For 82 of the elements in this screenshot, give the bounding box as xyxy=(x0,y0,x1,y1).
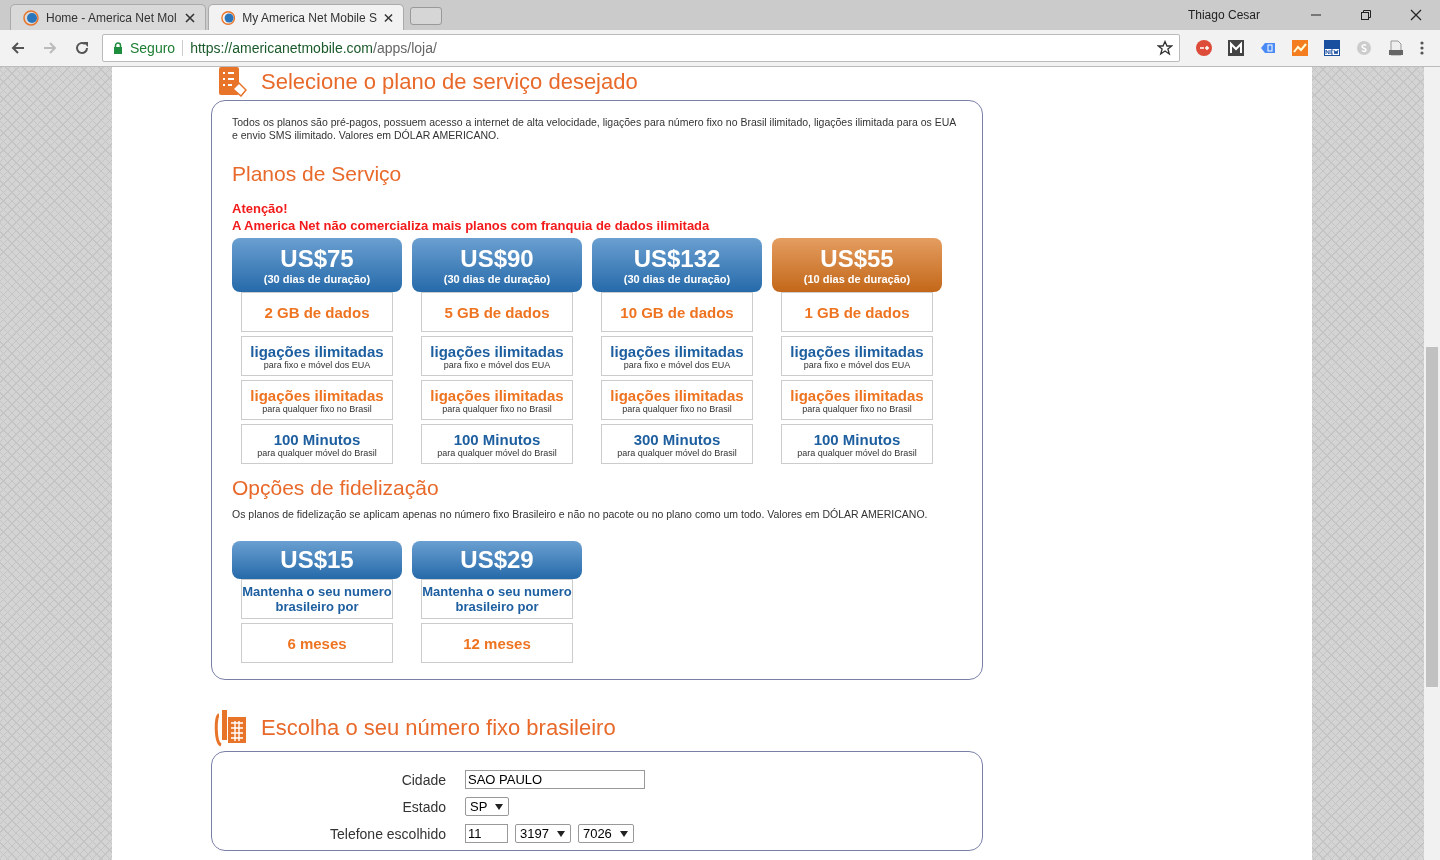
plan-feature: 100 Minutos para qualquer móvel do Brasil xyxy=(421,424,573,464)
loyalty-header[interactable]: US$29 xyxy=(412,541,582,579)
secure-label: Seguro xyxy=(130,40,176,56)
tag-icon[interactable] xyxy=(1260,40,1276,56)
tab-title: Home - America Net Mol xyxy=(46,10,178,25)
site-logo-icon xyxy=(221,9,236,26)
prefix-select[interactable]: 3197 xyxy=(515,824,571,843)
plan-duration: (10 dias de duração) xyxy=(803,273,911,285)
star-icon[interactable] xyxy=(1157,40,1173,56)
plan-feature: ligações ilimitadas para fixo e móvel dos EUA xyxy=(601,336,753,376)
plan-feature: ligações ilimitadas para qualquer fixo no Brasil xyxy=(421,380,573,420)
suffix-select[interactable]: 7026 xyxy=(577,824,634,843)
plan-feature: 5 GB de dados xyxy=(421,292,573,332)
close-icon[interactable] xyxy=(384,12,393,23)
state-select[interactable]: SP xyxy=(465,797,510,816)
loyalty-text: Os planos de fidelização se aplicam apenas no número fixo Brasileiro e não no pacote ou no plano como um todo. Valores em DÓLAR AMERICANO. xyxy=(232,508,929,521)
phone-icon xyxy=(213,709,247,747)
plan-duration: (30 dias de duração) xyxy=(623,273,731,285)
section-heading: Opções de fidelização xyxy=(232,476,440,500)
plan-feature: ligações ilimitadas para qualquer fixo no Brasil xyxy=(781,380,933,420)
browser-tab[interactable]: Home - America Net Mol xyxy=(10,4,206,30)
loyalty-header[interactable]: US$15 xyxy=(232,541,402,579)
loyalty-period: 6 meses xyxy=(241,623,393,663)
caret-icon xyxy=(495,803,504,810)
warning-text: A America Net não comercializa mais planos com franquia de dados ilimitada xyxy=(232,217,711,234)
loyalty-description: Mantenha o seu numero brasileiro por xyxy=(241,579,393,619)
tab-title: My America Net Mobile S xyxy=(242,10,378,25)
back-icon[interactable] xyxy=(10,40,26,56)
field-label: Estado xyxy=(401,798,446,815)
loyalty-description: Mantenha o seu numero brasileiro por xyxy=(421,579,573,619)
url-text: https://americanetmobile.com/apps/loja/ xyxy=(190,40,437,56)
plan-feature: 2 GB de dados xyxy=(241,292,393,332)
plan-feature: ligações ilimitadas para fixo e móvel dos EUA xyxy=(781,336,933,376)
section-heading: Planos de Serviço xyxy=(232,162,403,186)
plan-feature: ligações ilimitadas para fixo e móvel dos EUA xyxy=(241,336,393,376)
extension-icon[interactable] xyxy=(1228,40,1244,56)
plan-feature: 300 Minutos para qualquer móvel do Brasil xyxy=(601,424,753,464)
intro-text: Todos os planos são pré-pagos, possuem acesso a internet de alta velocidade, ligações para número fixo no Brasil ilimitado, ligações ilimitada para os EUA e envio SMS ilimitado. Valores em DÓLAR AMERICANO. xyxy=(232,116,957,142)
section-title: Selecione o plano de serviço desejado xyxy=(261,69,638,95)
field-label: Telefone escolhido xyxy=(329,825,446,842)
plan-header[interactable]: US$55 (10 dias de duração) xyxy=(772,238,942,292)
chart-icon[interactable] xyxy=(1292,40,1308,56)
news-icon[interactable] xyxy=(1324,40,1340,56)
plan-feature: ligações ilimitadas para fixo e móvel dos EUA xyxy=(421,336,573,376)
restore-icon[interactable] xyxy=(1360,9,1372,21)
caret-icon xyxy=(556,830,565,837)
plan-feature: 10 GB de dados xyxy=(601,292,753,332)
scrollbar-thumb[interactable] xyxy=(1426,347,1438,687)
plan-feature: ligações ilimitadas para qualquer fixo no Brasil xyxy=(241,380,393,420)
plan-header[interactable]: US$90 (30 dias de duração) xyxy=(412,238,582,292)
scrollbar[interactable] xyxy=(1424,67,1440,860)
caret-icon xyxy=(619,830,628,837)
area-code-input[interactable]: 11 xyxy=(465,824,508,843)
city-input[interactable]: SAO PAULO xyxy=(465,770,645,789)
loyalty-price: US$15 xyxy=(280,546,354,574)
plan-feature: ligações ilimitadas para qualquer fixo no Brasil xyxy=(601,380,753,420)
plan-header[interactable]: US$75 (30 dias de duração) xyxy=(232,238,402,292)
plan-price: US$90 xyxy=(460,245,534,273)
profile-name[interactable]: Thiago Cesar xyxy=(1187,8,1260,22)
warning-text: Atenção! xyxy=(232,200,289,217)
plan-feature: 100 Minutos para qualquer móvel do Brasil xyxy=(781,424,933,464)
close-icon[interactable] xyxy=(1410,9,1422,21)
lock-icon xyxy=(113,42,123,54)
plan-feature: 1 GB de dados xyxy=(781,292,933,332)
site-logo-icon xyxy=(23,9,39,26)
plan-duration: (30 dias de duração) xyxy=(263,273,371,285)
reload-icon[interactable] xyxy=(74,40,90,56)
menu-icon[interactable] xyxy=(1420,40,1424,56)
plan-price: US$55 xyxy=(820,245,894,273)
field-label: Cidade xyxy=(400,771,446,788)
extension-icon[interactable] xyxy=(1388,40,1404,56)
plan-price: US$75 xyxy=(280,245,354,273)
plan-feature: 100 Minutos para qualquer móvel do Brasil xyxy=(241,424,393,464)
plan-price: US$132 xyxy=(633,245,721,273)
loyalty-price: US$29 xyxy=(460,546,534,574)
address-bar[interactable]: Seguro https://americanetmobile.com/apps/loja/ xyxy=(102,34,1180,62)
browser-tab[interactable]: My America Net Mobile S xyxy=(208,4,404,30)
plan-header[interactable]: US$132 (30 dias de duração) xyxy=(592,238,762,292)
close-icon[interactable] xyxy=(185,12,195,23)
plan-duration: (30 dias de duração) xyxy=(443,273,551,285)
section-title: Escolha o seu número fixo brasileiro xyxy=(261,715,616,741)
loyalty-period: 12 meses xyxy=(421,623,573,663)
